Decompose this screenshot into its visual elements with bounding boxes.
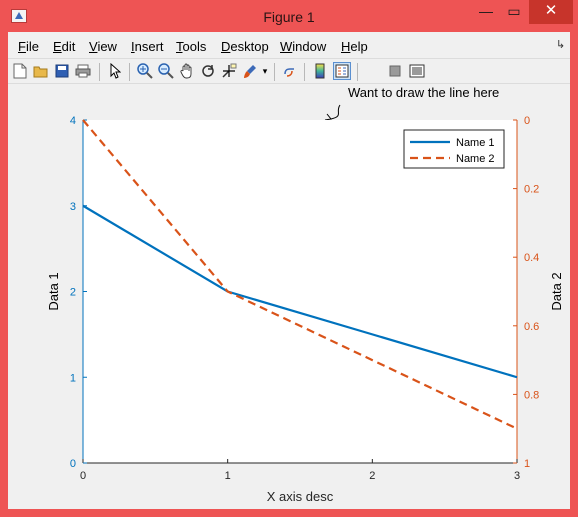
dual-axis-line-chart: 0 1 2 3 0 1 2 3 4 0 0.2 0.4 0.6 0.8 1 X axis desc Data 1…: [46, 115, 564, 504]
right-y-tick-label: 0: [524, 115, 530, 127]
x-tick-label: 2: [369, 470, 375, 482]
left-y-tick-label: 1: [70, 372, 76, 384]
left-y-tick-label: 0: [70, 458, 76, 470]
right-y-tick-label: 0.4: [524, 252, 539, 264]
x-tick-label: 0: [80, 470, 86, 482]
series-line[interactable]: [82, 204, 518, 379]
figure-window: Figure 1 — ▭ ✕ File Edit View Insert Too…: [0, 0, 578, 517]
right-y-tick-label: 0.8: [524, 389, 539, 401]
maximize-button[interactable]: ▭: [501, 0, 527, 24]
left-y-tick-label: 3: [70, 201, 76, 213]
right-y-tick-label: 1: [524, 458, 530, 470]
left-y-axis-label: Data 1: [46, 272, 61, 310]
close-button[interactable]: ✕: [529, 0, 573, 24]
right-y-tick-label: 0.2: [524, 184, 539, 196]
x-axis-label: X axis desc: [267, 489, 334, 504]
left-y-tick-label: 4: [70, 115, 76, 127]
title-bar[interactable]: Figure 1 — ▭ ✕: [0, 0, 578, 32]
figure-client-area: File Edit View Insert Tools Desktop Wind…: [8, 32, 570, 509]
x-tick-label: 1: [225, 470, 231, 482]
legend-label: Name 2: [456, 153, 495, 165]
legend-label: Name 1: [456, 137, 495, 149]
left-y-tick-label: 2: [70, 287, 76, 299]
minimize-button[interactable]: —: [473, 0, 499, 24]
right-y-axis-label: Data 2: [549, 272, 564, 310]
x-tick-label: 3: [514, 470, 520, 482]
right-y-tick-label: 0.6: [524, 321, 539, 333]
